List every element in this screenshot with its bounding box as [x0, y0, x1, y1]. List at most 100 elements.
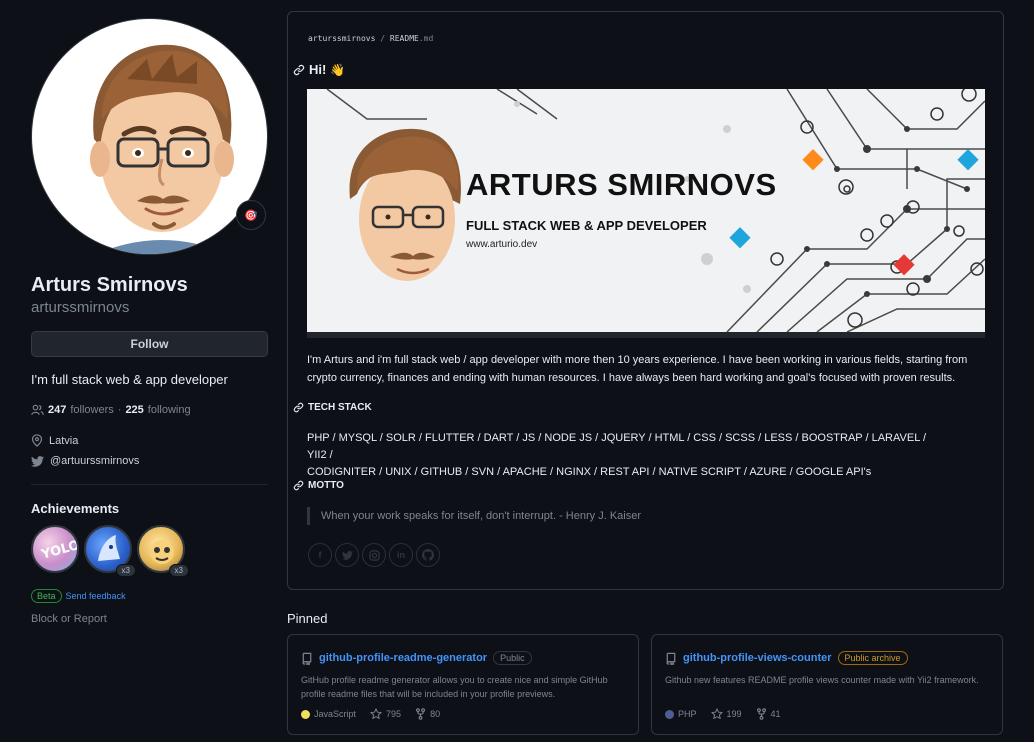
social-links: f in [308, 543, 440, 567]
profile-sidebar: 🎯 Arturs Smirnovs arturssmirnovs Follow … [31, 18, 268, 625]
readme-banner: ARTURS SMIRNOVS FULL STACK WEB & APP DEV… [307, 89, 985, 332]
repo-stars[interactable]: 795 [370, 708, 401, 720]
motto-heading: MOTTO [293, 480, 344, 491]
status-emoji[interactable]: 🎯 [236, 200, 266, 230]
readme-intro: I'm Arturs and i'm full stack web / app … [307, 354, 968, 384]
tech-stack-line: PHP / MYSQL / SOLR / FLUTTER / DART / JS… [307, 432, 927, 461]
link-icon[interactable] [293, 480, 304, 491]
location-text: Latvia [49, 434, 79, 447]
readme-path: arturssmirnovs / README.md [308, 34, 433, 43]
stars-count: 795 [386, 709, 402, 719]
instagram-icon[interactable] [362, 543, 386, 567]
twitter-icon[interactable] [335, 543, 359, 567]
pinned-title: Pinned [287, 611, 328, 626]
sidebar-divider [31, 484, 268, 485]
star-icon [710, 708, 723, 719]
language-name: PHP [678, 709, 697, 719]
repo-language: PHP [665, 709, 697, 719]
target-icon: 🎯 [244, 209, 258, 222]
follow-stats: 247 followers · 225 following [31, 404, 268, 416]
tech-stack-list: PHP / MYSQL / SOLR / FLUTTER / DART / JS… [307, 430, 947, 481]
readme-path-separator: / [380, 34, 386, 43]
pinned-repo-card: github-profile-views-counter Public arch… [651, 634, 1003, 735]
profile-login: arturssmirnovs [31, 299, 130, 316]
achievements-title[interactable]: Achievements [31, 501, 268, 516]
profile-bio: I'm full stack web & app developer [31, 372, 228, 387]
repo-name-link[interactable]: github-profile-views-counter [683, 652, 832, 664]
beta-badge: Beta [31, 589, 62, 603]
forks-count: 41 [770, 709, 781, 719]
visibility-badge: Public [493, 651, 532, 665]
pinned-repo-card: github-profile-readme-generator Public G… [287, 634, 639, 735]
followers-count[interactable]: 247 [48, 404, 66, 416]
following-label[interactable]: following [148, 404, 191, 416]
banner-title: ARTURS SMIRNOVS [466, 167, 777, 202]
stats-separator: · [117, 404, 122, 416]
banner-subtitle: FULL STACK WEB & APP DEVELOPER [466, 218, 707, 233]
profile-name: Arturs Smirnovs [31, 274, 188, 296]
repo-description: GitHub profile readme generator allows y… [301, 675, 608, 699]
fork-icon [756, 708, 766, 720]
motto-heading-text: MOTTO [308, 480, 344, 491]
follow-button[interactable]: Follow [31, 331, 268, 357]
achievement-badge-pull-shark[interactable]: x3 [84, 525, 136, 577]
repo-header: github-profile-readme-generator Public [301, 651, 532, 665]
followers-label[interactable]: followers [70, 404, 113, 416]
profile-readme: arturssmirnovs / README.md Hi! 👋 ARTURS … [287, 11, 1004, 590]
achievements-list: YOLO x3 x3 [31, 525, 268, 577]
block-report-link[interactable]: Block or Report [31, 613, 268, 625]
tech-stack-heading: TECH STACK [293, 402, 372, 413]
facebook-icon[interactable]: f [308, 543, 332, 567]
stars-count: 199 [726, 709, 742, 719]
greeting-text: Hi! [309, 62, 327, 77]
banner-url: www.arturio.dev [466, 239, 538, 250]
readme-path-ext: .md [418, 34, 434, 43]
repo-header: github-profile-views-counter Public arch… [665, 651, 908, 665]
tech-stack-line: CODIGNITER / UNIX / GITHUB / SVN / APACH… [307, 466, 872, 478]
banner-bottom-strip [307, 332, 985, 338]
linkedin-icon[interactable]: in [389, 543, 413, 567]
wave-icon: 👋 [330, 62, 346, 77]
avatar-container: 🎯 [31, 18, 268, 255]
repo-name-link[interactable]: github-profile-readme-generator [319, 652, 487, 664]
beta-feedback-row: Beta Send feedback [31, 589, 268, 603]
github-icon[interactable] [416, 543, 440, 567]
language-name: JavaScript [314, 709, 357, 719]
readme-path-user[interactable]: arturssmirnovs [308, 34, 375, 43]
forks-count: 80 [430, 709, 441, 719]
star-icon [370, 708, 382, 719]
language-dot [665, 709, 674, 719]
link-icon[interactable] [293, 402, 304, 413]
repo-description: Github new features README profile views… [665, 675, 979, 685]
repo-stats: JavaScript 795 80 [301, 708, 440, 720]
svg-text:YOLO: YOLO [39, 538, 79, 563]
tech-stack-heading-text: TECH STACK [308, 402, 372, 413]
following-count[interactable]: 225 [125, 404, 143, 416]
repo-language: JavaScript [301, 709, 356, 719]
twitter-icon [31, 455, 44, 467]
achievement-badge-yolo[interactable]: YOLO [31, 525, 81, 575]
badge-count: x3 [115, 564, 136, 577]
language-dot [301, 709, 310, 719]
twitter-row: @artuurssmirnovs [31, 455, 268, 467]
fork-icon [416, 708, 426, 720]
twitter-handle[interactable]: @artuurssmirnovs [50, 455, 139, 467]
link-icon[interactable] [293, 64, 305, 76]
send-feedback-link[interactable]: Send feedback [66, 591, 126, 601]
repo-stars[interactable]: 199 [710, 708, 742, 720]
readme-greeting: Hi! 👋 [293, 62, 345, 77]
readme-path-file: README [389, 34, 419, 43]
motto-quote: When your work speaks for itself, don't … [307, 507, 641, 525]
achievement-badge-quickdraw[interactable]: x3 [137, 525, 189, 577]
repo-forks[interactable]: 80 [415, 708, 440, 720]
badge-count: x3 [168, 564, 189, 577]
location-row: Latvia [31, 434, 268, 447]
location-icon [31, 434, 43, 447]
repo-icon [666, 652, 676, 665]
repo-stats: PHP 199 41 [665, 708, 781, 720]
visibility-badge: Public archive [837, 651, 908, 665]
people-icon [31, 404, 44, 416]
repo-forks[interactable]: 41 [756, 708, 781, 720]
avatar[interactable] [31, 18, 268, 255]
repo-icon [302, 652, 312, 665]
